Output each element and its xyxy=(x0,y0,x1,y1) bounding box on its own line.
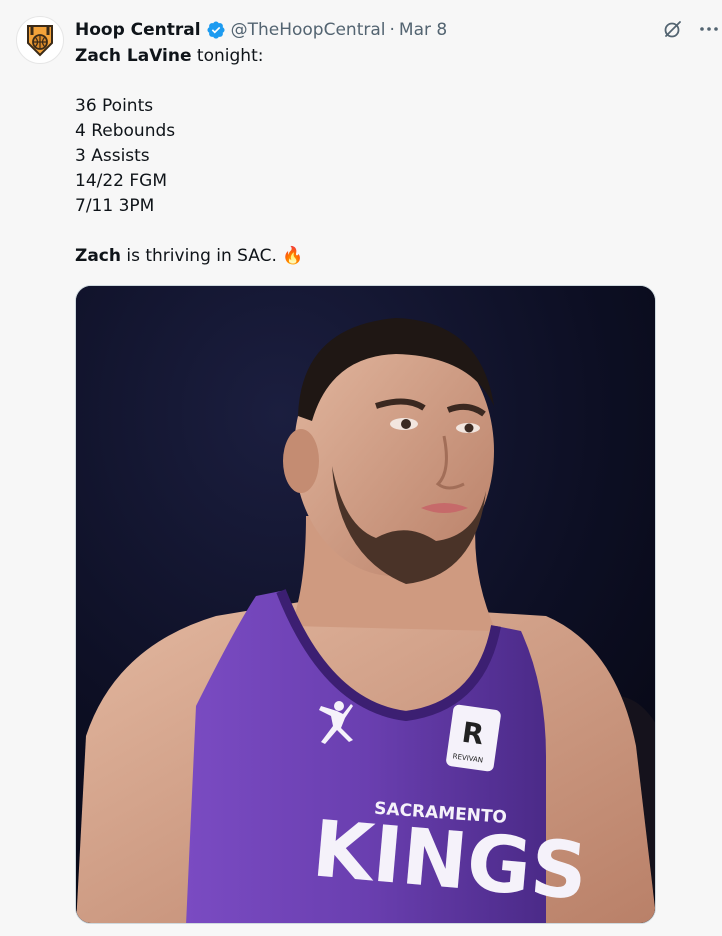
stat-line: 14/22 FGM xyxy=(75,171,168,191)
tweet-top-actions xyxy=(662,18,722,40)
stat-line: 7/11 3PM xyxy=(75,196,155,216)
tweet-card[interactable]: Hoop Central @TheHoopCentral · Mar 8 Zac… xyxy=(0,0,722,936)
tweet-line-intro: Zach LaVine tonight: xyxy=(75,44,675,69)
more-options-icon xyxy=(700,27,718,31)
verified-badge-icon xyxy=(207,21,225,39)
grok-icon xyxy=(664,21,681,38)
avatar[interactable] xyxy=(16,16,64,64)
hoop-central-logo-icon xyxy=(27,25,53,57)
tweet-mention-name: Zach LaVine xyxy=(75,46,192,66)
player-ear xyxy=(283,429,319,493)
author-display-name[interactable]: Hoop Central xyxy=(75,20,201,40)
sponsor-patch: R REVIVAN xyxy=(446,704,501,772)
fire-emoji-icon: 🔥 xyxy=(282,246,304,266)
player-photo: R REVIVAN SACRAMENTO KINGS xyxy=(76,286,655,923)
tweet-header: Hoop Central @TheHoopCentral · Mar 8 xyxy=(75,18,447,42)
more-options-button[interactable] xyxy=(698,18,720,40)
tweet-text: Zach LaVine tonight: 36 Points 4 Rebound… xyxy=(75,44,675,269)
tweet-media-photo[interactable]: R REVIVAN SACRAMENTO KINGS xyxy=(75,285,656,924)
tweet-closing-text: is thriving in SAC. xyxy=(120,246,277,266)
grok-button[interactable] xyxy=(662,18,684,40)
stat-line: 3 Assists xyxy=(75,146,150,166)
stat-line: 36 Points xyxy=(75,96,154,116)
tweet-line-closing: Zach is thriving in SAC. 🔥 xyxy=(75,244,675,269)
author-handle[interactable]: @TheHoopCentral xyxy=(231,20,386,40)
tweet-date[interactable]: Mar 8 xyxy=(399,20,447,40)
tweet-intro-text: tonight: xyxy=(191,46,264,66)
sponsor-letter: R xyxy=(460,716,486,752)
stat-line: 4 Rebounds xyxy=(75,121,176,141)
header-separator: · xyxy=(389,20,395,40)
tweet-closing-name: Zach xyxy=(75,246,121,266)
